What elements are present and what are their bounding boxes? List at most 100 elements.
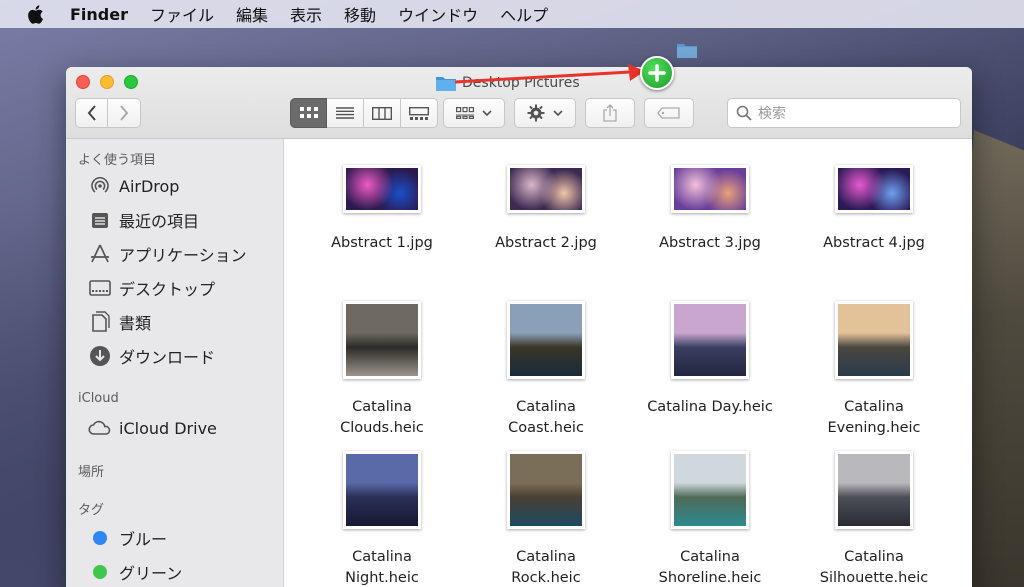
chevron-left-icon [87, 105, 96, 121]
file-item[interactable]: Abstract 4.jpg [792, 165, 956, 254]
column-view-button[interactable] [364, 98, 401, 128]
chevron-right-icon [120, 105, 129, 121]
view-mode-segment [290, 98, 438, 128]
sidebar-item-downloads[interactable]: ダウンロード [88, 343, 215, 369]
sidebar-item-tag-blue[interactable]: ブルー [88, 525, 167, 551]
list-view-button[interactable] [327, 98, 364, 128]
file-name: Catalina Silhouette.heic [819, 549, 929, 586]
file-item[interactable]: Catalina Evening.heic [792, 301, 956, 439]
file-item[interactable]: Catalina Rock.heic [464, 451, 628, 587]
file-thumbnail-image [838, 454, 910, 526]
file-thumbnail [671, 451, 749, 529]
menu-app-name[interactable]: Finder [70, 5, 128, 24]
desktop-icon [88, 276, 112, 300]
minimize-button[interactable] [100, 75, 114, 89]
file-thumbnail-image [346, 168, 418, 210]
file-thumbnail-image [510, 168, 582, 210]
sidebar-item-airdrop[interactable]: AirDrop [88, 173, 179, 199]
file-name: Catalina Coast.heic [508, 399, 584, 436]
zoom-button[interactable] [124, 75, 138, 89]
file-thumbnail-image [674, 304, 746, 376]
sidebar-item-label: iCloud Drive [119, 418, 217, 438]
columns-icon [372, 106, 392, 120]
gallery-view-button[interactable] [401, 98, 438, 128]
menu-file[interactable]: ファイル [150, 2, 214, 26]
applications-icon [88, 242, 112, 266]
back-button[interactable] [75, 98, 108, 128]
menu-view[interactable]: 表示 [290, 2, 322, 26]
sidebar-item-label: グリーン [119, 564, 183, 583]
close-button[interactable] [76, 75, 90, 89]
share-button[interactable] [585, 98, 635, 128]
file-thumbnail [507, 301, 585, 379]
menu-help[interactable]: ヘルプ [500, 2, 548, 26]
menu-bar: Finder ファイル 編集 表示 移動 ウインドウ ヘルプ [0, 0, 1024, 28]
search-field[interactable]: 検索 [727, 98, 961, 128]
file-item[interactable]: Catalina Shoreline.heic [628, 451, 792, 587]
sidebar-item-applications[interactable]: アプリケーション [88, 241, 247, 267]
recents-icon [88, 208, 112, 232]
file-name: Abstract 1.jpg [331, 235, 433, 251]
file-name: Catalina Night.heic [345, 549, 419, 586]
file-thumbnail [835, 301, 913, 379]
forward-button[interactable] [107, 98, 141, 128]
file-name: Catalina Clouds.heic [340, 399, 424, 436]
file-item[interactable]: Abstract 2.jpg [464, 165, 628, 254]
file-name: Catalina Day.heic [647, 399, 773, 415]
sidebar-item-documents[interactable]: 書類 [88, 309, 151, 335]
file-item[interactable]: Catalina Silhouette.heic [792, 451, 956, 587]
cloud-icon [88, 416, 112, 440]
file-item[interactable]: Abstract 1.jpg [300, 165, 464, 254]
menu-go[interactable]: 移動 [344, 2, 376, 26]
file-item[interactable]: Catalina Coast.heic [464, 301, 628, 439]
dragged-folder-icon [677, 44, 697, 58]
tag-button[interactable] [644, 98, 694, 128]
search-icon [736, 105, 752, 121]
chevron-down-icon [482, 110, 492, 116]
action-menu-button[interactable] [514, 98, 576, 128]
file-item[interactable]: Catalina Day.heic [628, 301, 792, 418]
sidebar-item-label: アプリケーション [119, 246, 247, 265]
file-thumbnail [343, 301, 421, 379]
file-name: Catalina Shoreline.heic [658, 549, 762, 586]
group-by-button[interactable] [443, 98, 505, 128]
share-icon [603, 104, 617, 122]
sidebar-item-recents[interactable]: 最近の項目 [88, 207, 199, 233]
file-thumbnail-image [674, 168, 746, 210]
menu-window[interactable]: ウインドウ [398, 2, 478, 26]
apple-menu-icon[interactable] [26, 4, 48, 25]
tag-color-dot-icon [93, 565, 107, 579]
icon-view-button[interactable] [290, 98, 327, 128]
file-thumbnail-image [346, 304, 418, 376]
sidebar-section-icloud: iCloud [78, 391, 119, 406]
sidebar-item-label: デスクトップ [119, 280, 216, 299]
grid-icon [456, 107, 474, 119]
file-thumbnail-image [510, 454, 582, 526]
sidebar-section-favorites: よく使う項目 [78, 153, 157, 168]
file-thumbnail [507, 451, 585, 529]
file-thumbnail-image [510, 304, 582, 376]
sidebar-item-desktop[interactable]: デスクトップ [88, 275, 215, 301]
file-grid: Abstract 1.jpg Abstract 2.jpg Abstract 3.j… [285, 139, 972, 587]
file-thumbnail-image [838, 168, 910, 210]
file-item[interactable]: Abstract 3.jpg [628, 165, 792, 254]
sidebar-item-label: AirDrop [119, 176, 180, 196]
window-titlebar: Desktop Pictures 検索 [66, 67, 972, 139]
file-thumbnail [507, 165, 585, 213]
file-item[interactable]: Catalina Night.heic [300, 451, 464, 587]
gear-icon [527, 104, 545, 122]
folder-icon [436, 77, 456, 91]
sidebar-item-label: 書類 [119, 314, 152, 333]
copy-plus-badge-icon [640, 56, 674, 90]
menu-edit[interactable]: 編集 [236, 2, 268, 26]
sidebar-item-icloud-drive[interactable]: iCloud Drive [88, 415, 217, 441]
file-thumbnail [671, 165, 749, 213]
sidebar-item-tag-green[interactable]: グリーン [88, 559, 182, 585]
file-name: Abstract 4.jpg [823, 235, 925, 251]
chevron-down-icon [553, 110, 563, 116]
file-item[interactable]: Catalina Clouds.heic [300, 301, 464, 439]
file-thumbnail-image [346, 454, 418, 526]
airdrop-icon [88, 174, 112, 198]
sidebar-section-tags: タグ [78, 503, 105, 518]
file-thumbnail [835, 451, 913, 529]
